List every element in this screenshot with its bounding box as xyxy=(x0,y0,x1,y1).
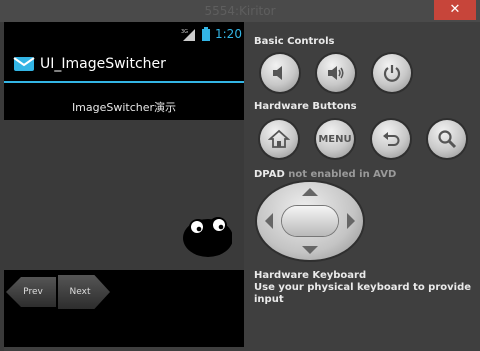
window-title-bar: 5554:Kiritor ✕ xyxy=(0,0,480,22)
character-image xyxy=(183,217,232,257)
power-button[interactable] xyxy=(373,54,411,92)
close-button[interactable]: ✕ xyxy=(434,0,476,20)
battery-icon xyxy=(202,27,210,41)
hardware-buttons-title: Hardware Buttons xyxy=(254,101,357,112)
page-subtitle: ImageSwitcher演示 xyxy=(71,101,177,114)
hardware-keyboard-info: Hardware Keyboard Use your physical keyb… xyxy=(254,270,480,306)
svg-text:3G: 3G xyxy=(181,29,188,35)
mail-icon[interactable] xyxy=(13,54,35,74)
dpad-up-icon[interactable] xyxy=(302,188,318,196)
home-button[interactable] xyxy=(260,120,298,158)
dpad-left-icon[interactable] xyxy=(265,213,273,229)
volume-down-button[interactable] xyxy=(261,54,299,92)
window-title: 5554:Kiritor xyxy=(204,4,276,18)
back-icon xyxy=(383,132,400,146)
app-title: UI_ImageSwitcher xyxy=(40,56,166,72)
dpad-center-button[interactable] xyxy=(282,206,338,236)
action-bar: UI_ImageSwitcher xyxy=(4,48,244,81)
keyboard-note: Use your physical keyboard to provide in… xyxy=(254,282,472,305)
menu-button[interactable]: MENU xyxy=(316,120,354,158)
signal-icon: 3G xyxy=(181,29,195,41)
back-button[interactable] xyxy=(372,120,410,158)
menu-label: MENU xyxy=(318,133,352,145)
search-button[interactable] xyxy=(428,120,466,158)
home-icon xyxy=(268,129,290,148)
power-icon xyxy=(383,65,401,82)
dpad[interactable] xyxy=(257,182,363,260)
search-icon xyxy=(438,130,457,149)
status-clock: 1:20 xyxy=(215,27,242,41)
emulator-controls-panel: Basic Controls Hardware Buttons MENU DPA… xyxy=(244,22,480,351)
volume-up-icon xyxy=(328,66,344,80)
dpad-title: DPAD not enabled in AVD xyxy=(254,169,396,180)
keyboard-title: Hardware Keyboard xyxy=(254,270,367,281)
basic-controls-title: Basic Controls xyxy=(254,36,335,47)
image-switcher[interactable] xyxy=(4,120,244,270)
dpad-right-icon[interactable] xyxy=(347,213,355,229)
phone-screen: 3G 1:20 UI_ImageSwitcher ImageSwitcher演示… xyxy=(4,22,244,347)
status-bar: 3G 1:20 xyxy=(4,22,244,48)
dpad-down-icon[interactable] xyxy=(302,246,318,254)
dpad-label: DPAD xyxy=(254,169,285,180)
volume-up-button[interactable] xyxy=(317,54,355,92)
dpad-note: not enabled in AVD xyxy=(288,169,397,180)
volume-down-icon xyxy=(273,66,282,80)
